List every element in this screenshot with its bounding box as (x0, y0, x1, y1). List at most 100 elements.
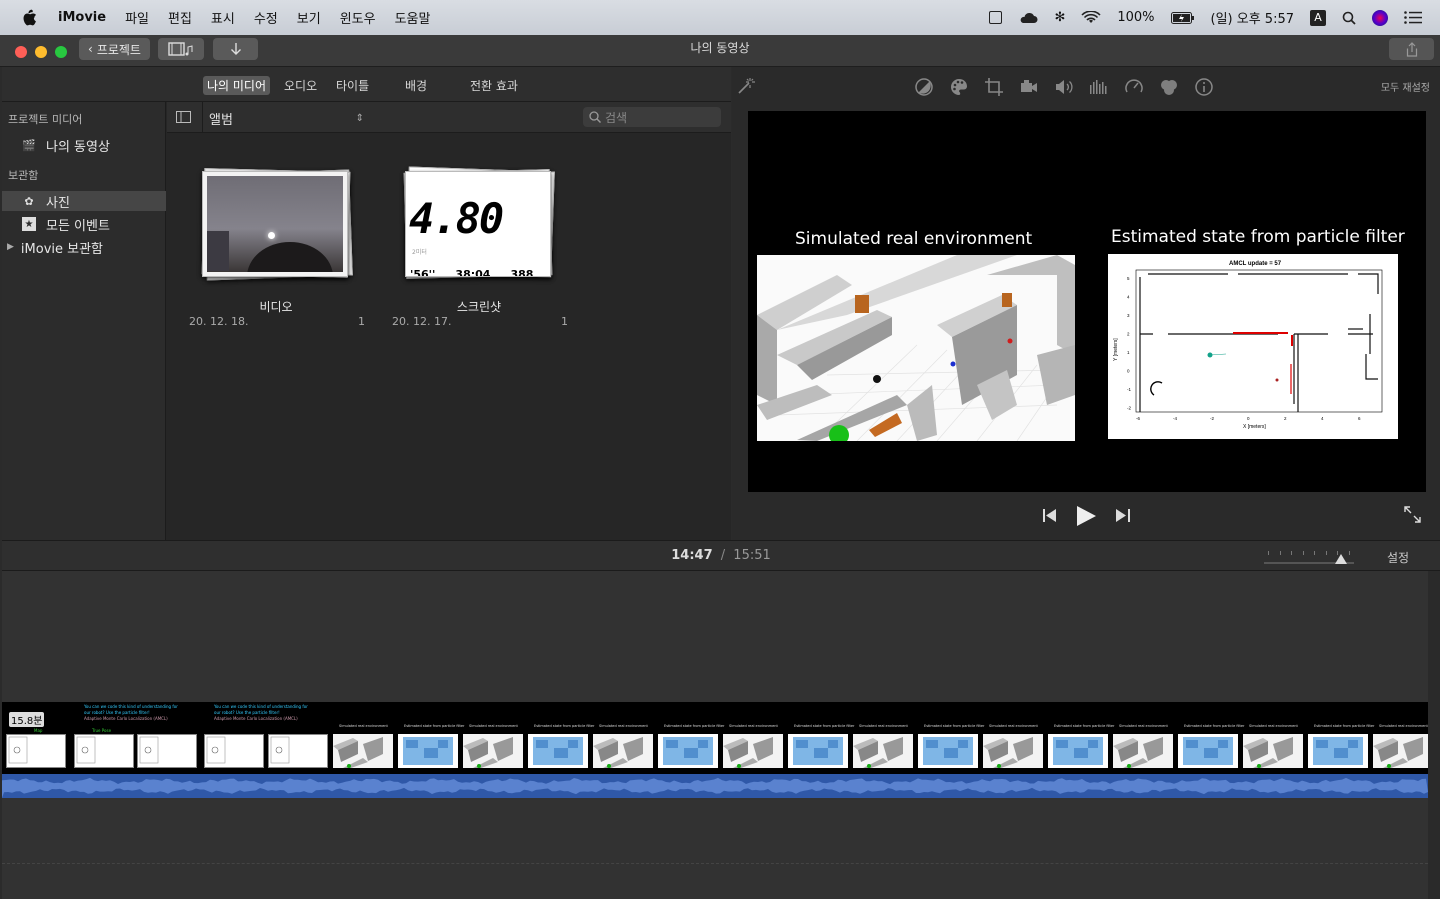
menu-window[interactable]: 윈도우 (340, 8, 376, 27)
clip-count: 1 (358, 315, 365, 328)
slide-text: You can we code this kind of understandi… (214, 704, 308, 721)
share-button[interactable] (1389, 38, 1434, 60)
filmstrip-frame (593, 734, 653, 768)
filter-icon[interactable] (1159, 77, 1179, 97)
search-icon (589, 111, 601, 123)
slide-label-true-pose: True Pose (92, 728, 112, 733)
album-popup[interactable]: 앨범 ⇕ (209, 109, 364, 128)
zoom-tick (1268, 551, 1269, 555)
search-icon[interactable] (1342, 11, 1356, 25)
app-menu[interactable]: iMovie (58, 10, 106, 25)
menu-view[interactable]: 보기 (297, 8, 321, 27)
zoom-slider-knob[interactable] (1334, 554, 1347, 564)
skip-back-icon[interactable] (1043, 509, 1057, 522)
browser-filter-bar: 앨범 ⇕ 검색 (167, 102, 731, 133)
skip-forward-icon[interactable] (1116, 509, 1130, 522)
updown-chevron-icon: ⇕ (355, 112, 364, 124)
simulation-render-image (757, 255, 1075, 441)
equalizer-icon[interactable] (1089, 77, 1109, 97)
search-field[interactable]: 검색 (583, 107, 721, 127)
filmstrip-frame (853, 734, 913, 768)
current-time: 14:47 (671, 548, 713, 563)
color-balance-icon[interactable] (914, 77, 934, 97)
zoom-tick (1325, 551, 1327, 555)
filmstrip-frame-caption: Simulated real environment (729, 724, 778, 728)
screen-icon[interactable] (989, 11, 1003, 24)
color-correction-icon[interactable] (949, 77, 969, 97)
filmstrip-frame (6, 734, 66, 768)
right-caption: Estimated state from particle filter (1111, 227, 1405, 247)
settings-button[interactable]: 설정 (1387, 549, 1409, 566)
crop-icon[interactable] (984, 77, 1004, 97)
clapperboard-icon: 🎬 (22, 138, 36, 152)
window-title: 나의 동영상 (690, 41, 750, 55)
tab-titles[interactable]: 타이틀 (332, 76, 373, 95)
clock[interactable]: (일) 오후 5:57 (1211, 8, 1294, 27)
magic-wand-icon[interactable] (735, 77, 755, 97)
filmstrip-frame (1373, 734, 1433, 768)
slide-text: You can we code this kind of understandi… (84, 704, 178, 721)
volume-icon[interactable] (1054, 77, 1074, 97)
waveform (2, 777, 1428, 798)
tab-transitions[interactable]: 전환 효과 (466, 76, 522, 95)
clip-name: 스크린샷 (456, 300, 502, 314)
menu-bar: iMovie 파일 편집 표시 수정 보기 윈도우 도움말 ✻ 100% (일)… (0, 0, 1440, 35)
filmstrip-frame-caption: Simulated real environment (1379, 724, 1428, 728)
apple-icon[interactable] (22, 9, 40, 27)
filmstrip-frame-caption: Estimated state from particle filter (924, 724, 985, 728)
sidebar-item-all-events[interactable]: ★ 모든 이벤트 (2, 214, 166, 234)
stabilization-icon[interactable] (1019, 77, 1039, 97)
filmstrip-frame-caption: Estimated state from particle filter (1054, 724, 1115, 728)
plot-xtick: -4 (1173, 416, 1177, 421)
filmstrip-frame-caption: Simulated real environment (1249, 724, 1298, 728)
tab-audio[interactable]: 오디오 (280, 76, 321, 95)
filmstrip-frame-caption: Simulated real environment (859, 724, 908, 728)
filmstrip-frame (74, 734, 134, 768)
filmstrip-frame (204, 734, 264, 768)
info-icon[interactable] (1194, 77, 1214, 97)
sidebar-item-my-movie[interactable]: 🎬 나의 동영상 (2, 135, 166, 155)
input-source-icon[interactable]: A (1310, 9, 1326, 26)
sidebar-item-photos[interactable]: ✿ 사진 (2, 191, 166, 211)
filmstrip-frame (1243, 734, 1303, 768)
menu-mark[interactable]: 표시 (211, 8, 235, 27)
filmstrip-frame-caption: Simulated real environment (469, 724, 518, 728)
plot-ytick: -1 (1127, 387, 1131, 392)
filmstrip-frame-caption: Estimated state from particle filter (664, 724, 725, 728)
tab-backgrounds[interactable]: 배경 (401, 76, 431, 95)
menu-file[interactable]: 파일 (125, 8, 149, 27)
notification-center-icon[interactable] (1404, 11, 1422, 24)
tab-my-media[interactable]: 나의 미디어 (203, 76, 271, 95)
timeline-scrollbar[interactable] (1428, 571, 1440, 899)
battery-icon[interactable] (1170, 11, 1195, 24)
reset-all-button[interactable]: 모두 재설정 (1381, 79, 1430, 94)
sidebar-toggle-icon[interactable] (176, 111, 191, 123)
sidebar-item-imovie-library[interactable]: ▶ iMovie 보관함 (2, 237, 166, 257)
plot-title: AMCL update = 57 (1229, 261, 1282, 267)
video-clip-track[interactable]: 15.8분 You can we code this kind of under… (2, 702, 1433, 774)
search-placeholder: 검색 (605, 110, 628, 125)
menu-help[interactable]: 도움말 (395, 8, 431, 27)
adjustments-bar: 모두 재설정 (732, 67, 1440, 105)
menu-edit[interactable]: 편집 (168, 8, 192, 27)
filmstrip-frame-caption: Estimated state from particle filter (794, 724, 855, 728)
cloud-icon[interactable] (1018, 12, 1038, 24)
fullscreen-icon[interactable] (1404, 506, 1421, 523)
filmstrip-frame (918, 734, 978, 768)
menu-modify[interactable]: 수정 (254, 8, 278, 27)
siri-icon[interactable] (1372, 9, 1388, 26)
disclosure-triangle-icon[interactable]: ▶ (7, 242, 14, 252)
filmstrip-frame (658, 734, 718, 768)
plot-ylabel: Y [meters] (1113, 338, 1119, 361)
bluetooth-icon[interactable]: ✻ (1054, 10, 1065, 25)
audio-waveform-track[interactable] (2, 774, 1428, 798)
clip-count: 1 (561, 315, 568, 328)
filmstrip-frame (1178, 734, 1238, 768)
filmstrip-frame (463, 734, 523, 768)
wifi-icon[interactable] (1081, 10, 1101, 25)
library-sidebar: 프로젝트 미디어 🎬 나의 동영상 보관함 ✿ 사진 ★ 모든 이벤트 ▶ iM… (2, 102, 166, 540)
browser-tab-bar: 나의 미디어 오디오 타이틀 배경 전환 효과 (2, 67, 731, 102)
speed-icon[interactable] (1124, 77, 1144, 97)
play-icon[interactable] (1077, 506, 1096, 526)
zoom-slider[interactable] (1264, 549, 1354, 565)
